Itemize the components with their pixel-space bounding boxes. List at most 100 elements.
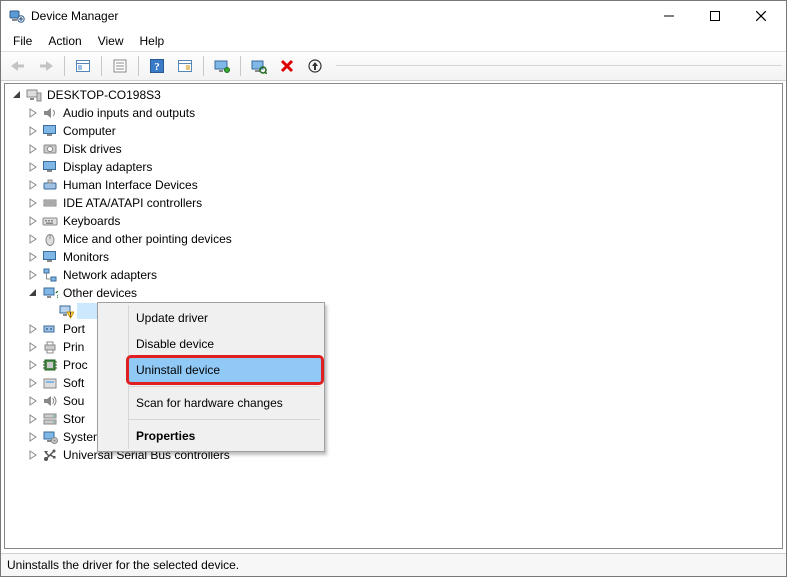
toolbar-spacer: [336, 65, 782, 68]
toolbar-separator: [203, 56, 204, 76]
cm-update-driver[interactable]: Update driver: [128, 305, 322, 331]
usb-icon: [41, 447, 59, 463]
close-button[interactable]: [738, 1, 784, 31]
svg-text:?: ?: [154, 61, 160, 73]
scan-hardware-button[interactable]: [246, 53, 272, 79]
monitor-icon: [41, 123, 59, 139]
menubar: File Action View Help: [1, 31, 786, 51]
tree-item[interactable]: Mice and other pointing devices: [5, 230, 782, 248]
expander-icon[interactable]: [25, 429, 41, 445]
cm-scan-hardware[interactable]: Scan for hardware changes: [128, 390, 322, 416]
expander-icon[interactable]: [25, 231, 41, 247]
help-button[interactable]: ?: [144, 53, 170, 79]
tree-item[interactable]: Human Interface Devices: [5, 176, 782, 194]
menu-help[interactable]: Help: [132, 32, 173, 50]
app-icon: [9, 8, 25, 24]
expander-icon[interactable]: [25, 393, 41, 409]
statusbar: Uninstalls the driver for the selected d…: [1, 553, 786, 576]
cm-uninstall-device[interactable]: Uninstall device: [128, 357, 322, 383]
cpu-icon: [41, 357, 59, 373]
tree-item[interactable]: Disk drives: [5, 140, 782, 158]
expander-icon[interactable]: [25, 177, 41, 193]
tree-item-label: Mice and other pointing devices: [61, 230, 234, 248]
tree-container: DESKTOP-CO198S3Audio inputs and outputsC…: [1, 81, 786, 553]
forward-button[interactable]: [33, 53, 59, 79]
expander-icon[interactable]: [25, 105, 41, 121]
tree-item[interactable]: Computer: [5, 122, 782, 140]
expander-icon[interactable]: [25, 411, 41, 427]
soft-icon: [41, 375, 59, 391]
expander-icon[interactable]: [25, 285, 41, 301]
update-button[interactable]: [302, 53, 328, 79]
expander-icon[interactable]: [25, 447, 41, 463]
ide-icon: [41, 195, 59, 211]
tree-item[interactable]: IDE ATA/ATAPI controllers: [5, 194, 782, 212]
svg-text:?: ?: [55, 290, 58, 301]
cm-disable-device[interactable]: Disable device: [128, 331, 322, 357]
mouse-icon: [41, 231, 59, 247]
expander-icon[interactable]: [25, 249, 41, 265]
tree-item-label: Computer: [61, 122, 118, 140]
sound-icon: [41, 393, 59, 409]
maximize-button[interactable]: [692, 1, 738, 31]
expander-icon[interactable]: [25, 375, 41, 391]
tree-item-label: Prin: [61, 338, 86, 356]
cm-properties[interactable]: Properties: [128, 423, 322, 449]
expander-icon[interactable]: [25, 159, 41, 175]
menu-view[interactable]: View: [90, 32, 132, 50]
tree-item-label: Network adapters: [61, 266, 159, 284]
system-icon: [41, 429, 59, 445]
tree-root[interactable]: DESKTOP-CO198S3: [5, 86, 782, 104]
tree-item[interactable]: Display adapters: [5, 158, 782, 176]
context-menu-separator: [102, 386, 320, 387]
tree-item[interactable]: Monitors: [5, 248, 782, 266]
tree-item-label: Audio inputs and outputs: [61, 104, 197, 122]
status-text: Uninstalls the driver for the selected d…: [7, 558, 239, 572]
tree-item-label: Display adapters: [61, 158, 154, 176]
expander-spacer: [41, 303, 57, 319]
expander-icon[interactable]: [9, 87, 25, 103]
unknown-icon: !: [57, 303, 75, 319]
expander-icon[interactable]: [25, 213, 41, 229]
device-manager-window: Device Manager File Action View Help: [0, 0, 787, 577]
menu-file[interactable]: File: [5, 32, 40, 50]
show-hidden-button[interactable]: [70, 53, 96, 79]
toolbar: ?: [1, 51, 786, 81]
expander-icon[interactable]: [25, 321, 41, 337]
expander-icon[interactable]: [25, 357, 41, 373]
speaker-icon: [41, 105, 59, 121]
monitor-icon: [41, 249, 59, 265]
uninstall-button[interactable]: [274, 53, 300, 79]
toolbar-separator: [138, 56, 139, 76]
tree-item[interactable]: Keyboards: [5, 212, 782, 230]
disk-icon: [41, 141, 59, 157]
computer-icon: [25, 87, 43, 103]
menu-action[interactable]: Action: [40, 32, 89, 50]
tree-item[interactable]: Audio inputs and outputs: [5, 104, 782, 122]
properties-button[interactable]: [107, 53, 133, 79]
tree-item-label: Stor: [61, 410, 87, 428]
tree-item-label: Proc: [61, 356, 90, 374]
monitor-icon: [41, 159, 59, 175]
tree-item[interactable]: Network adapters: [5, 266, 782, 284]
expander-icon[interactable]: [25, 267, 41, 283]
expander-icon[interactable]: [25, 195, 41, 211]
expander-icon[interactable]: [25, 123, 41, 139]
tree-item[interactable]: ?Other devices: [5, 284, 782, 302]
hid-icon: [41, 177, 59, 193]
toolbar-separator: [64, 56, 65, 76]
storage-icon: [41, 411, 59, 427]
minimize-button[interactable]: [646, 1, 692, 31]
details-button[interactable]: [172, 53, 198, 79]
back-button[interactable]: [5, 53, 31, 79]
window-controls: [646, 1, 784, 31]
toolbar-separator: [101, 56, 102, 76]
expander-icon[interactable]: [25, 339, 41, 355]
context-menu-gutter: [100, 305, 129, 449]
monitor-button[interactable]: [209, 53, 235, 79]
tree-item-label: Human Interface Devices: [61, 176, 200, 194]
tree-item-label: Disk drives: [61, 140, 124, 158]
port-icon: [41, 321, 59, 337]
tree-item-label: Sou: [61, 392, 86, 410]
expander-icon[interactable]: [25, 141, 41, 157]
